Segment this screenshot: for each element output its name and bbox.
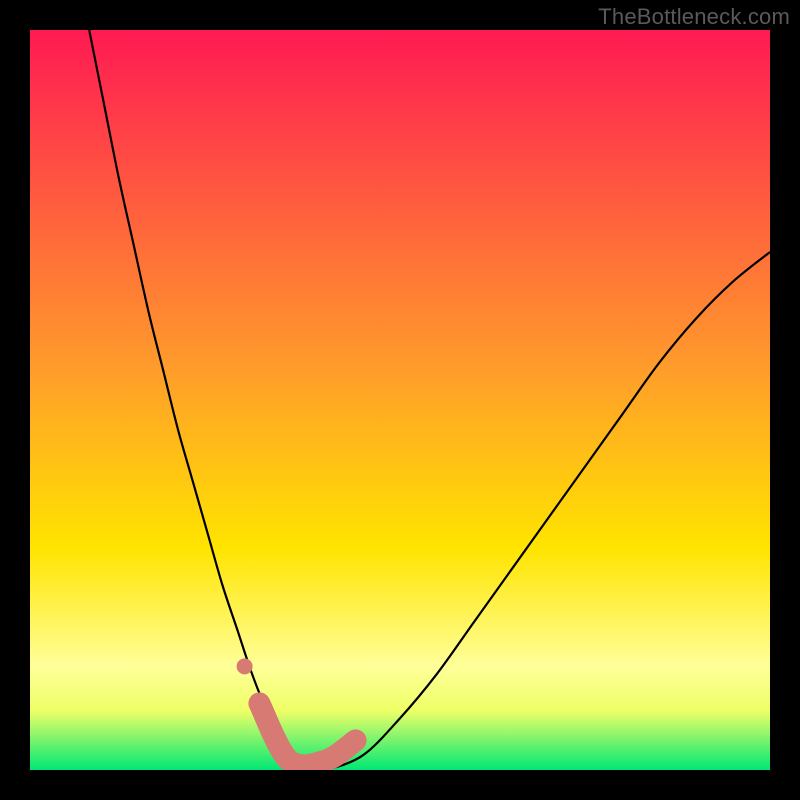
marker-dot (237, 658, 253, 674)
plot-area (30, 30, 770, 770)
chart-svg (30, 30, 770, 770)
chart-frame: TheBottleneck.com (0, 0, 800, 800)
gradient-background (30, 30, 770, 770)
watermark-text: TheBottleneck.com (598, 4, 790, 30)
